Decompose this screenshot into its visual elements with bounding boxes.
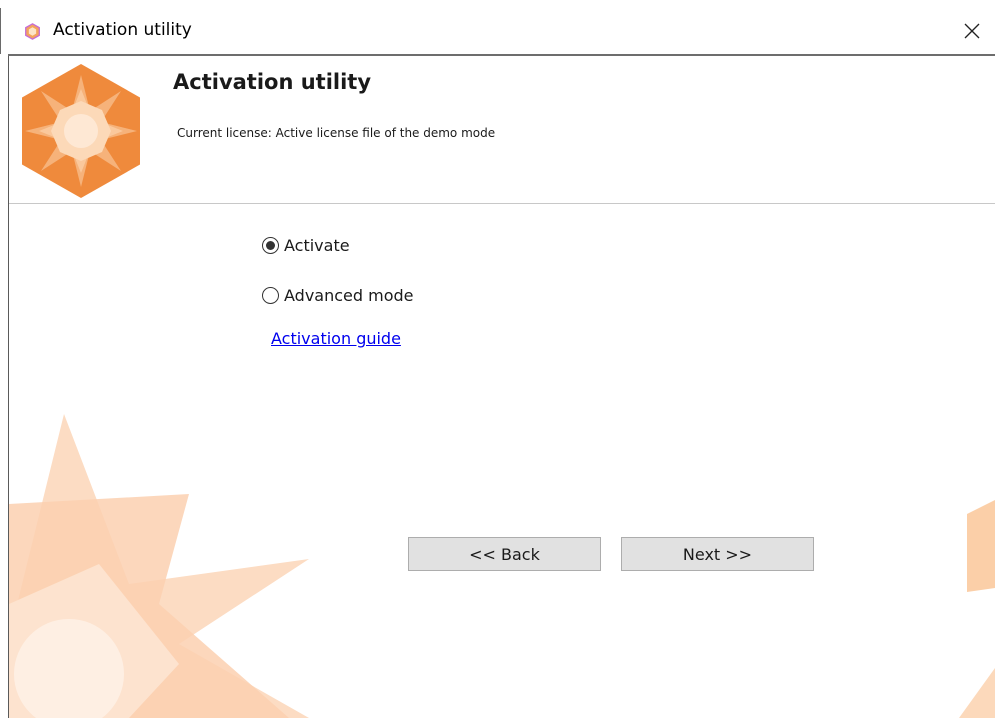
radio-activate-label: Activate bbox=[284, 236, 350, 255]
star-hexagon-logo bbox=[22, 64, 140, 198]
top-edge bbox=[0, 0, 995, 8]
radio-advanced-mode-label: Advanced mode bbox=[284, 286, 414, 305]
radio-advanced-mode[interactable]: Advanced mode bbox=[262, 286, 414, 305]
activation-guide-link[interactable]: Activation guide bbox=[271, 329, 401, 348]
radio-advanced-mode-indicator[interactable] bbox=[262, 287, 279, 304]
background-star-decoration bbox=[9, 414, 995, 718]
radio-activate-indicator[interactable] bbox=[262, 237, 279, 254]
app-hexagon-icon bbox=[25, 23, 40, 40]
back-button[interactable]: << Back bbox=[408, 537, 601, 571]
next-button[interactable]: Next >> bbox=[621, 537, 814, 571]
radio-activate[interactable]: Activate bbox=[262, 236, 350, 255]
activation-window: Activation utility Activation utility Cu… bbox=[0, 0, 995, 718]
header-title: Activation utility bbox=[173, 70, 372, 94]
close-button[interactable] bbox=[949, 8, 995, 54]
title-bar: Activation utility bbox=[0, 8, 995, 54]
window-title: Activation utility bbox=[53, 20, 192, 40]
current-license-text: Current license: Active license file of … bbox=[177, 126, 496, 140]
close-icon bbox=[964, 23, 980, 39]
header-panel: Activation utility Current license: Acti… bbox=[9, 56, 995, 203]
radio-selected-dot bbox=[266, 241, 275, 250]
